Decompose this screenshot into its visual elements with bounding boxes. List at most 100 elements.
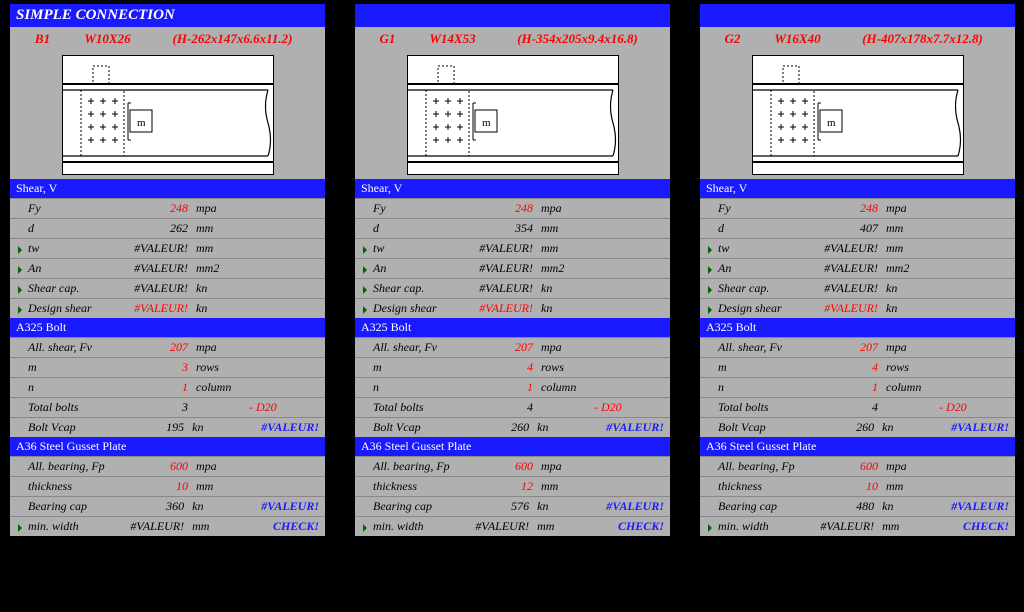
row-value: #VALEUR! <box>461 518 533 535</box>
beam-dim: (H-262x147x6.6x11.2) <box>148 31 318 47</box>
beam-header: G2W16X40(H-407x178x7.7x12.8) <box>700 27 1015 51</box>
row-value: #VALEUR! <box>118 260 192 277</box>
row-unit: mm <box>188 518 241 535</box>
section-bolt: A325 Bolt <box>10 318 325 337</box>
row-label: d <box>355 220 463 237</box>
svg-text:m: m <box>827 117 836 129</box>
bolt-row: n1column <box>700 377 1015 397</box>
row-label: All. shear, Fv <box>10 339 118 356</box>
row-unit: mm <box>533 518 586 535</box>
beam-dim: (H-407x178x7.7x12.8) <box>838 31 1008 47</box>
plate-row: All. bearing, Fp600mpa <box>10 456 325 476</box>
row-unit: mpa <box>192 339 246 356</box>
row-label: All. bearing, Fp <box>700 458 808 475</box>
shear-row: Design shear#VALEUR!kn <box>10 298 325 318</box>
row-value: #VALEUR! <box>116 518 188 535</box>
row-value: #VALEUR! <box>808 240 882 257</box>
row-label: All. shear, Fv <box>700 339 808 356</box>
row-label: Fy <box>355 200 463 217</box>
shear-row: d354mm <box>355 218 670 238</box>
row-unit: mpa <box>882 200 936 217</box>
row-unit: kn <box>537 300 591 317</box>
row-unit: mpa <box>192 200 246 217</box>
beam-header: B1W10X26(H-262x147x6.6x11.2) <box>10 27 325 51</box>
section-shear: Shear, V <box>355 179 670 198</box>
bolt-row: Bolt Vcap260kn#VALEUR! <box>355 417 670 437</box>
plate-row: thickness12mm <box>355 476 670 496</box>
row-unit: mm <box>878 518 931 535</box>
row-value: 354 <box>463 220 537 237</box>
row-unit: kn <box>878 419 931 436</box>
row-unit: kn <box>192 300 246 317</box>
row-label: Total bolts <box>700 399 808 416</box>
row-label: tw <box>355 240 463 257</box>
plate-row: All. bearing, Fp600mpa <box>355 456 670 476</box>
row-unit: mm <box>537 478 591 495</box>
title-spacer <box>700 4 1015 27</box>
check-value: #VALEUR! <box>586 498 670 515</box>
plate-row: min. width#VALEUR!mmCHECK! <box>700 516 1015 536</box>
beam-id: B1 <box>18 31 68 47</box>
shear-row: Fy248mpa <box>700 198 1015 218</box>
row-unit: mm <box>537 240 591 257</box>
row-value: 248 <box>118 200 192 217</box>
row-label: thickness <box>355 478 463 495</box>
connection-column-0: SIMPLE CONNECTIONB1W10X26(H-262x147x6.6x… <box>10 4 325 536</box>
section-plate: A36 Steel Gusset Plate <box>700 437 1015 456</box>
row-value: 262 <box>118 220 192 237</box>
check-value: #VALEUR! <box>931 419 1015 436</box>
bolt-spec: - D20 <box>246 399 280 416</box>
row-label: n <box>700 379 808 396</box>
row-value: 360 <box>116 498 188 515</box>
row-unit: mm <box>192 220 246 237</box>
row-value: #VALEUR! <box>808 260 882 277</box>
row-unit: mm2 <box>882 260 936 277</box>
row-label: m <box>355 359 463 376</box>
row-label: An <box>10 260 118 277</box>
row-unit: mm <box>882 478 936 495</box>
row-unit: kn <box>537 280 591 297</box>
beam-size: W16X40 <box>758 31 838 47</box>
shear-row: An#VALEUR!mm2 <box>355 258 670 278</box>
row-unit: mm <box>192 240 246 257</box>
connection-diagram: m <box>407 55 619 175</box>
plate-row: Bearing cap480kn#VALEUR! <box>700 496 1015 516</box>
row-value: #VALEUR! <box>463 240 537 257</box>
row-label: Shear cap. <box>10 280 118 297</box>
row-label: Design shear <box>10 300 118 317</box>
row-value: 10 <box>118 478 192 495</box>
bolt-row: m4rows <box>700 357 1015 377</box>
beam-header: G1W14X53(H-354x205x9.4x16.8) <box>355 27 670 51</box>
bolt-row: Total bolts3- D20 <box>10 397 325 417</box>
row-label: m <box>10 359 118 376</box>
row-value: 207 <box>808 339 882 356</box>
row-value: 1 <box>463 379 537 396</box>
plate-row: thickness10mm <box>10 476 325 496</box>
row-unit: mm <box>882 220 936 237</box>
connection-diagram: m <box>62 55 274 175</box>
row-value: 3 <box>118 359 192 376</box>
row-unit: mm <box>882 240 936 257</box>
svg-text:m: m <box>137 117 146 129</box>
plate-row: All. bearing, Fp600mpa <box>700 456 1015 476</box>
row-unit: rows <box>882 359 936 376</box>
shear-row: tw#VALEUR!mm <box>10 238 325 258</box>
row-label: Bearing cap <box>10 498 116 515</box>
shear-row: An#VALEUR!mm2 <box>10 258 325 278</box>
row-unit <box>192 399 246 416</box>
row-value: 407 <box>808 220 882 237</box>
row-label: n <box>10 379 118 396</box>
row-value: 1 <box>808 379 882 396</box>
row-unit: rows <box>537 359 591 376</box>
check-value: CHECK! <box>931 518 1015 535</box>
plate-row: min. width#VALEUR!mmCHECK! <box>10 516 325 536</box>
check-value: CHECK! <box>586 518 670 535</box>
section-plate: A36 Steel Gusset Plate <box>355 437 670 456</box>
bolt-row: n1column <box>10 377 325 397</box>
row-label: m <box>700 359 808 376</box>
row-unit: mm <box>192 478 246 495</box>
row-label: min. width <box>10 518 116 535</box>
row-value: 4 <box>808 359 882 376</box>
row-unit: column <box>192 379 246 396</box>
plate-row: Bearing cap576kn#VALEUR! <box>355 496 670 516</box>
